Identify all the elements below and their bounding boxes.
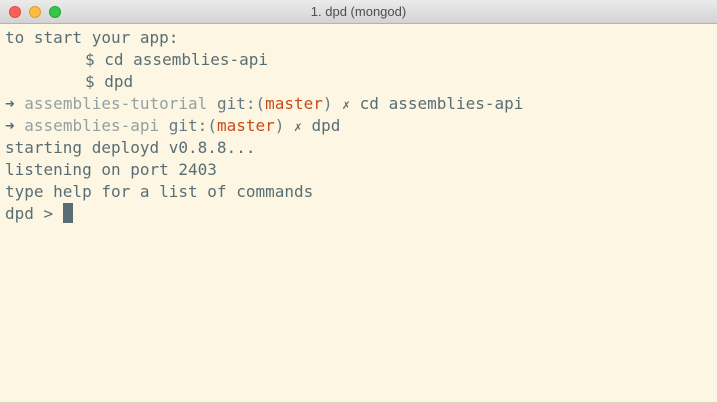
prompt-command: dpd xyxy=(311,116,341,135)
window-title: 1. dpd (mongod) xyxy=(310,4,407,19)
output-line: starting deployd v0.8.8... xyxy=(5,138,256,157)
git-branch: master xyxy=(265,94,323,113)
title-bar[interactable]: 1. dpd (mongod) xyxy=(0,0,717,24)
output-line: $ cd assemblies-api xyxy=(85,50,269,69)
prompt-line: ➜ assemblies-api git:(master) ✗ dpd xyxy=(5,116,341,135)
dirty-mark-icon: ✗ xyxy=(294,120,302,135)
prompt-directory: assemblies-api xyxy=(24,116,160,135)
text-cursor xyxy=(62,203,73,223)
output-line: $ dpd xyxy=(85,72,134,91)
terminal-output[interactable]: to start your app: $ cd assemblies-api $… xyxy=(5,27,712,225)
prompt-command: cd assemblies-api xyxy=(359,94,524,113)
output-line: to start your app: xyxy=(5,28,179,47)
dpd-prompt-line[interactable]: dpd > xyxy=(5,203,712,225)
prompt-arrow-icon: ➜ xyxy=(5,116,15,135)
output-line: listening on port 2403 xyxy=(5,160,217,179)
dirty-mark-icon: ✗ xyxy=(342,98,351,113)
git-branch: master xyxy=(216,116,275,135)
terminal-window: 1. dpd (mongod) to start your app: $ cd … xyxy=(0,0,717,403)
prompt-directory: assemblies-tutorial xyxy=(24,94,208,113)
dpd-prompt: dpd > xyxy=(5,204,63,223)
prompt-arrow-icon: ➜ xyxy=(5,94,15,113)
prompt-line: ➜ assemblies-tutorial git:(master) ✗ cd … xyxy=(5,94,524,113)
output-line: type help for a list of commands xyxy=(5,182,314,201)
